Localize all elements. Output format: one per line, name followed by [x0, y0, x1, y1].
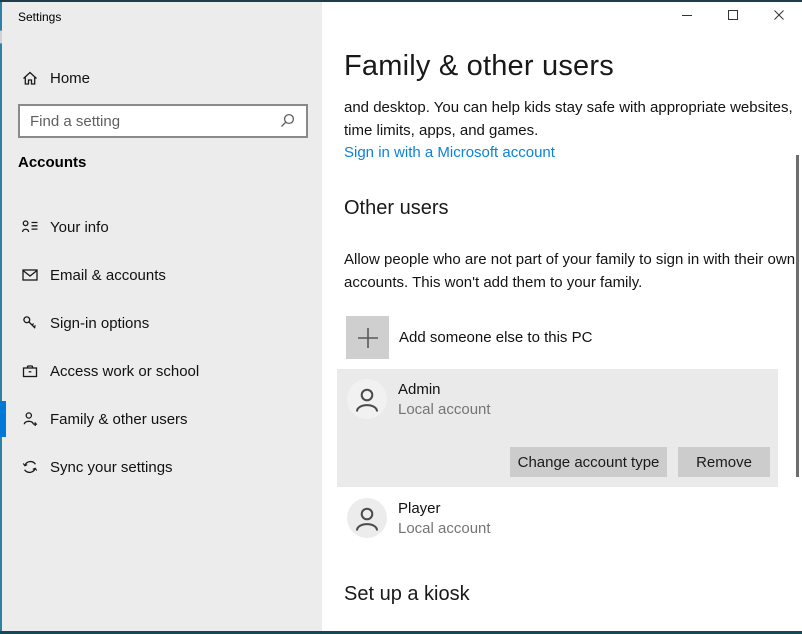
vertical-scrollbar[interactable] — [796, 155, 799, 477]
sync-icon — [20, 457, 40, 477]
settings-window: Settings Home Accounts — [0, 0, 802, 634]
other-users-heading: Other users — [344, 197, 448, 220]
plus-icon — [346, 316, 389, 359]
search-icon[interactable] — [276, 110, 298, 132]
app-title: Settings — [18, 10, 61, 24]
change-account-type-button[interactable]: Change account type — [510, 447, 667, 477]
minimize-button[interactable] — [664, 0, 710, 30]
other-users-description: Allow people who are not part of your fa… — [344, 248, 802, 294]
sidebar-item-label: Sync your settings — [50, 459, 173, 476]
sidebar-item-label: Access work or school — [50, 363, 199, 380]
contact-card-icon — [20, 217, 40, 237]
minimize-icon — [681, 9, 693, 21]
person-add-icon — [20, 409, 40, 429]
sidebar-item-family-other-users[interactable]: Family & other users — [2, 399, 322, 439]
avatar — [347, 498, 387, 538]
sidebar-item-signin-options[interactable]: Sign-in options — [2, 303, 322, 343]
home-icon — [20, 68, 40, 88]
sidebar: Settings Home Accounts — [2, 2, 322, 631]
sidebar-item-label: Email & accounts — [50, 267, 166, 284]
selected-item-accent-bar — [0, 401, 6, 437]
sidebar-item-label: Home — [50, 70, 90, 87]
page-title: Family & other users — [344, 50, 614, 83]
maximize-icon — [727, 9, 739, 21]
avatar — [347, 379, 387, 419]
sidebar-item-label: Your info — [50, 219, 109, 236]
maximize-button[interactable] — [710, 0, 756, 30]
search-box — [18, 104, 308, 138]
account-row-admin[interactable]: Admin Local account Change account type … — [337, 369, 778, 487]
account-name: Admin — [398, 381, 441, 398]
sidebar-item-home[interactable]: Home — [2, 60, 322, 96]
search-input[interactable] — [20, 113, 276, 130]
add-someone-label: Add someone else to this PC — [399, 329, 592, 346]
close-button[interactable] — [756, 0, 802, 30]
sidebar-item-access-work-school[interactable]: Access work or school — [2, 351, 322, 391]
account-name: Player — [398, 500, 441, 517]
briefcase-icon — [20, 361, 40, 381]
signin-microsoft-link[interactable]: Sign in with a Microsoft account — [344, 144, 555, 161]
sidebar-item-your-info[interactable]: Your info — [2, 207, 322, 247]
sidebar-section-title: Accounts — [18, 154, 86, 171]
sidebar-item-label: Family & other users — [50, 411, 188, 428]
kiosk-heading: Set up a kiosk — [344, 583, 470, 606]
account-type: Local account — [398, 401, 491, 418]
sidebar-item-label: Sign-in options — [50, 315, 149, 332]
sidebar-item-sync-settings[interactable]: Sync your settings — [2, 447, 322, 487]
account-row-player[interactable]: Player Local account — [337, 490, 778, 548]
close-icon — [773, 9, 785, 21]
envelope-icon — [20, 265, 40, 285]
account-type: Local account — [398, 520, 491, 537]
remove-account-button[interactable]: Remove — [678, 447, 770, 477]
intro-text: and desktop. You can help kids stay safe… — [344, 96, 802, 142]
sidebar-item-email-accounts[interactable]: Email & accounts — [2, 255, 322, 295]
key-icon — [20, 313, 40, 333]
add-someone-button[interactable]: Add someone else to this PC — [346, 316, 592, 359]
